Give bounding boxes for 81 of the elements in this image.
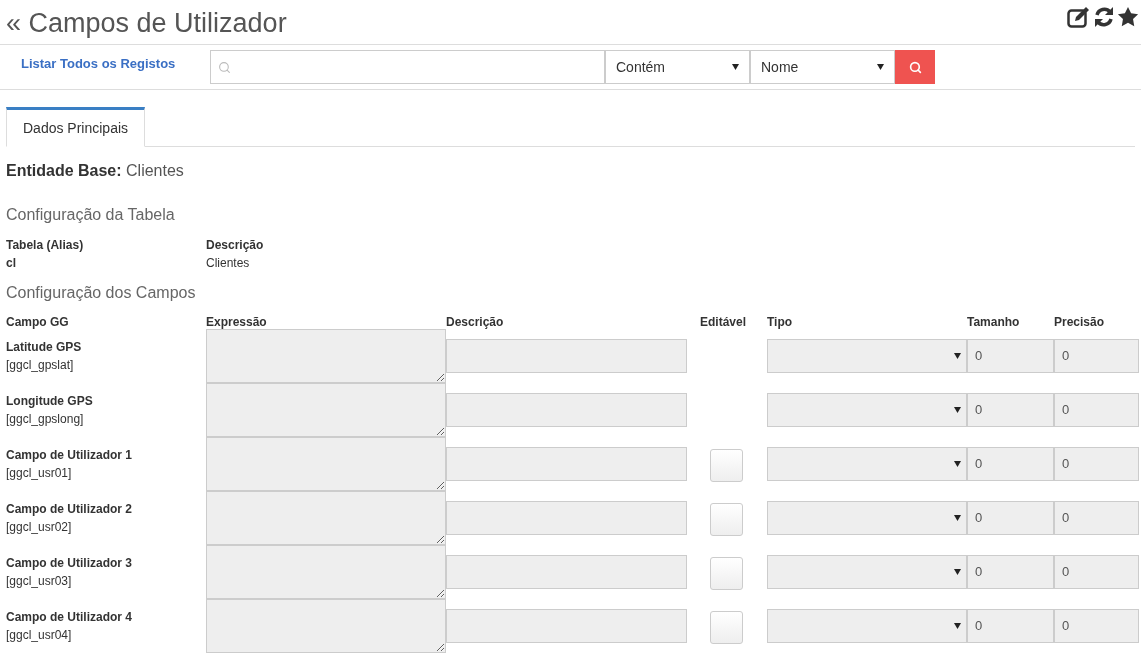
expression-textarea[interactable] (206, 491, 446, 545)
expression-textarea[interactable] (206, 383, 446, 437)
edit-icon[interactable] (1067, 6, 1091, 28)
base-entity-label: Entidade Base: (6, 162, 122, 179)
expression-textarea[interactable] (206, 599, 446, 653)
field-name: Campo de Utilizador 2 (6, 501, 134, 518)
column-header: Expressão (206, 314, 268, 331)
field-name: Campo de Utilizador 3 (6, 555, 134, 572)
table-cell-text: cl (6, 255, 17, 272)
field-code: [ggcl_usr01] (6, 465, 73, 482)
description-input[interactable] (446, 339, 687, 373)
editable-checkbox[interactable] (710, 449, 743, 482)
star-icon[interactable] (1117, 6, 1139, 28)
field-name: Campo de Utilizador 1 (6, 447, 134, 464)
page-title: « Campos de Utilizador (6, 7, 287, 40)
column-header: Tabela (Alias) (6, 237, 85, 254)
field-code: [ggcl_gpslong] (6, 411, 85, 428)
size-input[interactable]: 0 (967, 501, 1054, 535)
size-input[interactable]: 0 (967, 393, 1054, 427)
refresh-icon[interactable] (1093, 6, 1115, 28)
expression-textarea[interactable] (206, 545, 446, 599)
field-code: [ggcl_usr04] (6, 627, 73, 644)
field-code: [ggcl_usr03] (6, 573, 73, 590)
description-input[interactable] (446, 609, 687, 643)
type-select[interactable] (767, 609, 967, 643)
column-header: Descrição (206, 237, 265, 254)
expression-textarea[interactable] (206, 437, 446, 491)
description-input[interactable] (446, 555, 687, 589)
caret-icon (954, 569, 961, 575)
caret-icon (954, 515, 961, 521)
field-name: Longitude GPS (6, 393, 94, 410)
caret-icon (732, 64, 739, 70)
field-name: Campo de Utilizador 4 (6, 609, 134, 626)
search-icon (218, 60, 231, 74)
description-input[interactable] (446, 393, 687, 427)
expression-textarea[interactable] (206, 329, 446, 383)
caret-icon (954, 353, 961, 359)
type-select[interactable] (767, 339, 967, 373)
field-name: Latitude GPS (6, 339, 83, 356)
type-select[interactable] (767, 447, 967, 481)
precision-input[interactable]: 0 (1054, 339, 1139, 373)
size-input[interactable]: 0 (967, 555, 1054, 589)
size-input[interactable]: 0 (967, 447, 1054, 481)
size-input[interactable]: 0 (967, 609, 1054, 643)
column-header: Editável (700, 314, 748, 331)
section-heading: Configuração da Tabela (6, 205, 176, 225)
search-button[interactable] (895, 50, 935, 84)
precision-input[interactable]: 0 (1054, 501, 1139, 535)
precision-input[interactable]: 0 (1054, 555, 1139, 589)
size-input[interactable]: 0 (967, 339, 1054, 373)
section-heading: Configuração dos Campos (6, 283, 197, 303)
list-all-link[interactable]: Listar Todos os Registos (21, 54, 210, 74)
column-header: Tipo (767, 314, 794, 331)
table-cell-text: Clientes (206, 255, 251, 272)
precision-input[interactable]: 0 (1054, 609, 1139, 643)
operator-select[interactable]: Contém (605, 50, 750, 84)
column-header: Descrição (446, 314, 505, 331)
field-select[interactable]: Nome (750, 50, 895, 84)
caret-icon (954, 623, 961, 629)
field-code: [ggcl_gpslat] (6, 357, 75, 374)
caret-icon (954, 461, 961, 467)
field-code: [ggcl_usr02] (6, 519, 73, 536)
editable-checkbox[interactable] (710, 557, 743, 590)
search-icon (908, 60, 922, 74)
column-header: Tamanho (967, 314, 1021, 331)
precision-input[interactable]: 0 (1054, 447, 1139, 481)
column-header: Campo GG (6, 314, 70, 331)
caret-icon (877, 64, 884, 70)
type-select[interactable] (767, 501, 967, 535)
search-field[interactable] (210, 50, 605, 84)
editable-checkbox[interactable] (710, 611, 743, 644)
editable-checkbox[interactable] (710, 503, 743, 536)
tab[interactable]: Dados Principais (6, 107, 146, 147)
type-select[interactable] (767, 393, 967, 427)
column-header: Precisão (1054, 314, 1106, 331)
base-entity-value: Clientes (126, 162, 184, 179)
caret-icon (954, 407, 961, 413)
description-input[interactable] (446, 501, 687, 535)
description-input[interactable] (446, 447, 687, 481)
type-select[interactable] (767, 555, 967, 589)
precision-input[interactable]: 0 (1054, 393, 1139, 427)
